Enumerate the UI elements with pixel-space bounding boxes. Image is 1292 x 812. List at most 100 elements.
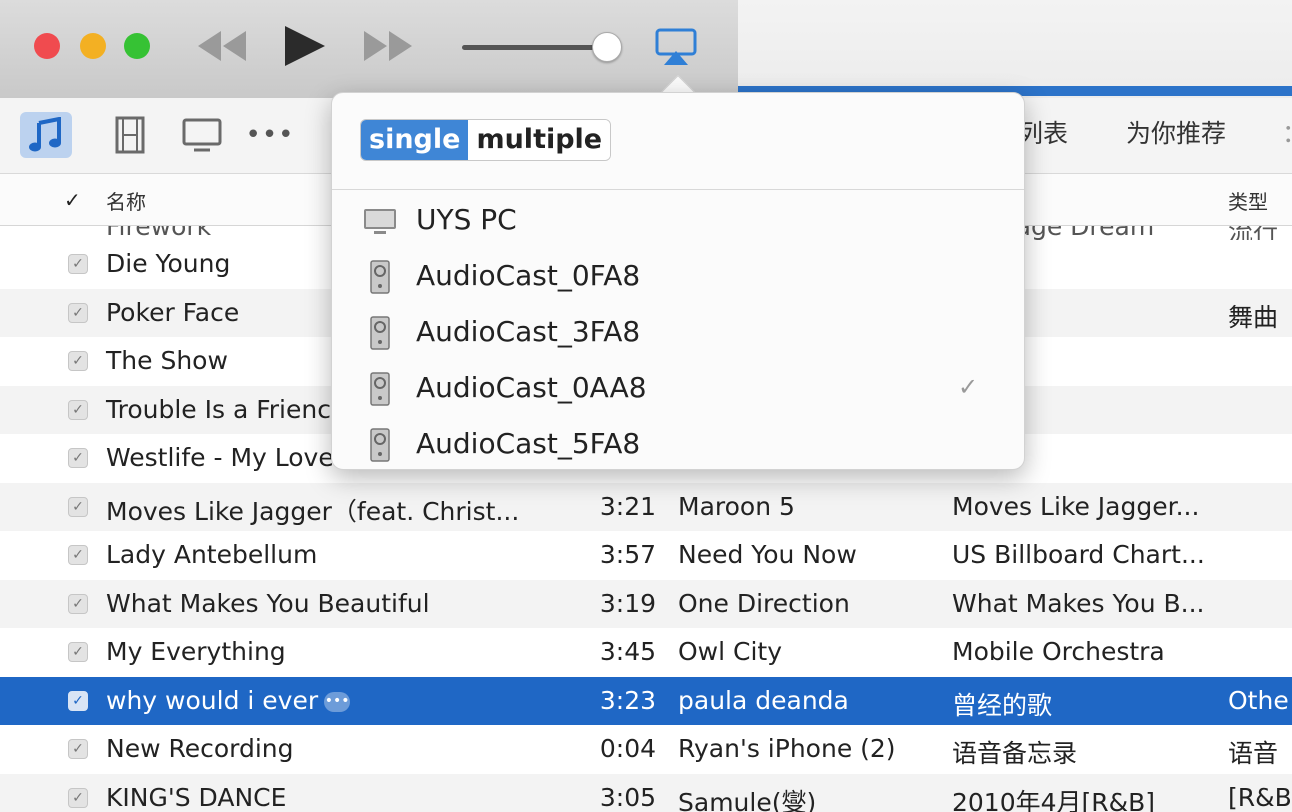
column-header-name[interactable]: 名称 (106, 186, 146, 215)
song-album: 2010年4月[R&B] (952, 783, 1155, 812)
song-genre: Othe (1228, 686, 1289, 715)
song-album: 语音备忘录 (952, 734, 1077, 770)
airplay-device-item[interactable]: AudioCast_5FA8 (332, 417, 1024, 473)
music-note-icon (29, 117, 61, 152)
song-name-text: KING'S DANCE (106, 783, 287, 812)
volume-slider[interactable] (462, 30, 622, 64)
song-name: Trouble Is a Frienc (106, 395, 331, 424)
close-window-button[interactable] (34, 33, 60, 59)
volume-knob[interactable] (592, 32, 622, 62)
song-artist: Ryan's iPhone (2) (678, 734, 896, 763)
tab-for-you[interactable]: 为你推荐 (1126, 114, 1226, 150)
row-checkbox[interactable]: ✓ (68, 254, 88, 274)
airplay-device-item[interactable]: AudioCast_3FA8 (332, 305, 1024, 361)
table-row[interactable]: ✓ Moves Like Jagger（feat. Christ... 3:21 Ma… (0, 483, 1292, 531)
airplay-device-item[interactable]: UYS PC (332, 193, 1024, 249)
song-name-text: My Everything (106, 637, 286, 666)
airplay-popover: single multiple UYS PC AudioCast_0FA8 Audi… (331, 92, 1025, 470)
minimize-window-button[interactable] (80, 33, 106, 59)
song-artist-text: paula deanda (678, 686, 849, 715)
song-name-text: Trouble Is a Frienc (106, 395, 331, 424)
song-name: The Show (106, 346, 228, 375)
table-row[interactable]: ✓ What Makes You Beautiful 3:19 One Directi… (0, 580, 1292, 628)
song-name: Moves Like Jagger（feat. Christ... (106, 492, 519, 528)
airplay-device-item[interactable]: AudioCast_0AA8 ✓ (332, 361, 1024, 417)
airplay-button[interactable] (650, 24, 702, 70)
song-duration-text: 3:05 (599, 783, 656, 812)
song-genre-text: [R&B (1228, 783, 1292, 812)
row-checkbox[interactable]: ✓ (68, 642, 88, 662)
row-checkbox[interactable]: ✓ (68, 594, 88, 614)
song-name-text: What Makes You Beautiful (106, 589, 430, 618)
song-name: Westlife - My Love (106, 443, 334, 472)
song-artist: paula deanda (678, 686, 849, 715)
song-genre: 语音 (1228, 734, 1278, 770)
row-checkbox[interactable]: ✓ (68, 545, 88, 565)
row-checkbox[interactable]: ✓ (68, 739, 88, 759)
song-duration-text: 3:45 (599, 637, 656, 666)
table-row[interactable]: ✓ New Recording 0:04 Ryan's iPhone (2) 语音备忘录… (0, 725, 1292, 773)
song-duration-text: 3:57 (599, 540, 656, 569)
table-row[interactable]: ✓ KING'S DANCE 3:05 Samule(燮) 2010年4月[R&B] [R… (0, 774, 1292, 812)
song-duration: 3:57 (540, 540, 656, 569)
song-album-text: US Billboard Chart... (952, 540, 1205, 569)
fast-forward-icon (364, 31, 412, 61)
column-header-genre[interactable]: 类型 (1228, 186, 1268, 215)
more-options-icon[interactable]: ••• (324, 692, 351, 712)
song-duration: 3:21 (540, 492, 656, 521)
song-genre: [R&B (1228, 783, 1292, 812)
row-checkbox[interactable]: ✓ (68, 351, 88, 371)
song-name: why would i ever ••• (106, 686, 351, 715)
output-mode-switch[interactable]: single multiple (360, 119, 612, 161)
row-checkbox[interactable]: ✓ (68, 400, 88, 420)
speaker-icon (362, 427, 398, 463)
more-media-button[interactable]: ••• (244, 112, 296, 158)
table-row[interactable]: ✓ Lady Antebellum 3:57 Need You Now US Billb… (0, 531, 1292, 579)
speaker-icon (362, 259, 398, 295)
row-checkbox[interactable]: ✓ (68, 497, 88, 517)
song-album-text: 曾经的歌 (952, 691, 1053, 720)
film-icon (115, 116, 145, 154)
song-genre-text: 舞曲 (1228, 303, 1279, 332)
mode-single-button[interactable]: single (361, 120, 469, 160)
speaker-icon (362, 371, 398, 407)
song-name-text: Poker Face (106, 298, 240, 327)
volume-track (462, 45, 602, 50)
song-duration-text: 3:21 (599, 492, 656, 521)
mode-multiple-button[interactable]: multiple (468, 120, 611, 160)
row-checkbox[interactable]: ✓ (68, 691, 88, 711)
zoom-window-button[interactable] (124, 33, 150, 59)
song-name-text: Lady Antebellum (106, 540, 318, 569)
song-artist: Need You Now (678, 540, 857, 569)
song-name-text: The Show (106, 346, 228, 375)
tab-overflow-edge[interactable]: ： (1282, 114, 1292, 150)
rewind-button[interactable] (192, 22, 250, 70)
song-album: Mobile Orchestra (952, 637, 1165, 666)
song-name-text: Die Young (106, 249, 231, 278)
row-checkbox[interactable]: ✓ (68, 303, 88, 323)
row-checkbox[interactable]: ✓ (68, 448, 88, 468)
status-display-area (738, 0, 1292, 98)
tab-playlists[interactable]: 列表 (1018, 114, 1068, 150)
movies-button[interactable] (104, 112, 156, 158)
play-button[interactable] (274, 22, 334, 70)
song-name-text: Moves Like Jagger（feat. Christ... (106, 497, 520, 526)
song-duration-text: 0:04 (599, 734, 656, 763)
tv-shows-button[interactable] (176, 112, 228, 158)
column-header-check[interactable]: ✓ (64, 188, 81, 212)
table-row[interactable]: ✓ My Everything 3:45 Owl City Mobile Orchest… (0, 628, 1292, 676)
song-name: Die Young (106, 249, 230, 278)
play-icon (285, 26, 325, 66)
song-duration: 0:04 (540, 734, 656, 763)
row-checkbox[interactable]: ✓ (68, 788, 88, 808)
airplay-device-label: AudioCast_0AA8 (416, 371, 647, 404)
song-name: Lady Antebellum (106, 540, 317, 569)
song-artist: Maroon 5 (678, 492, 795, 521)
song-name-text: why would i ever (106, 686, 319, 715)
music-library-button[interactable] (20, 112, 72, 158)
song-album: Moves Like Jagger... (952, 492, 1199, 521)
table-row[interactable]: ✓ why would i ever ••• 3:23 paula deanda 曾经的歌… (0, 677, 1292, 725)
airplay-device-item[interactable]: AudioCast_0FA8 (332, 249, 1024, 305)
fast-forward-button[interactable] (360, 22, 418, 70)
song-album: US Billboard Chart... (952, 540, 1205, 569)
